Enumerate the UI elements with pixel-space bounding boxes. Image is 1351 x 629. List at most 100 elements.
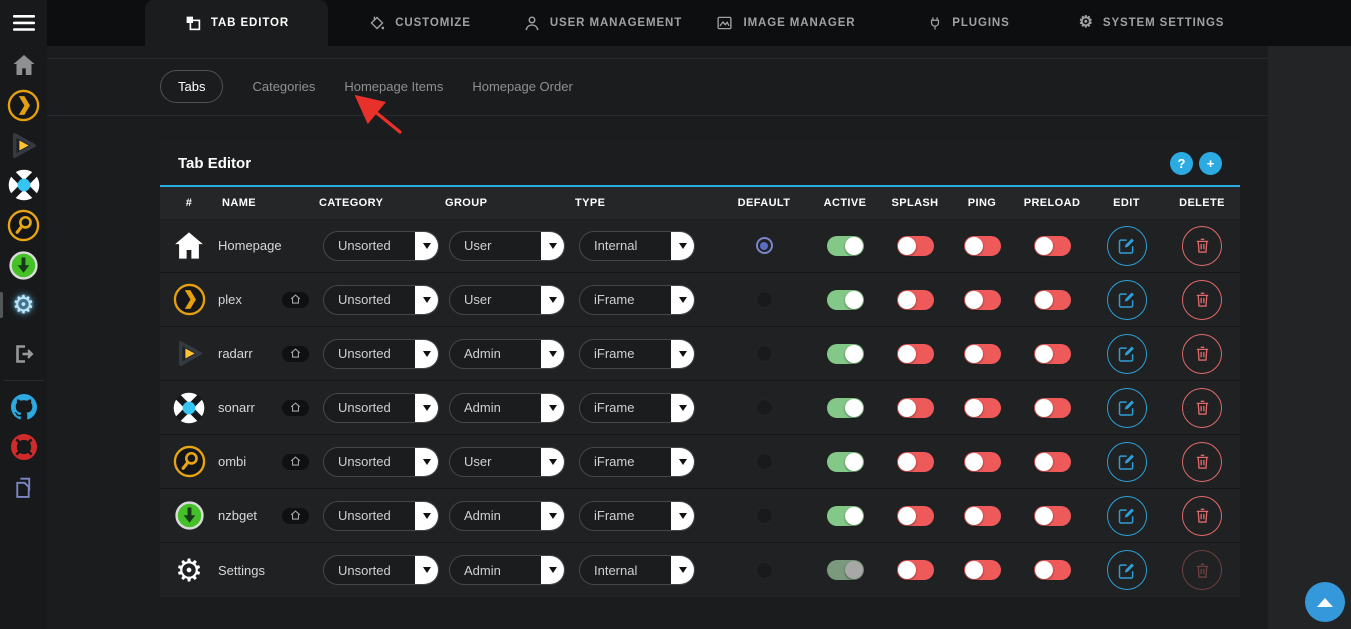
delete-button[interactable] bbox=[1182, 550, 1222, 590]
sidebar-item-radarr[interactable] bbox=[0, 125, 47, 165]
active-toggle[interactable] bbox=[827, 560, 864, 580]
splash-toggle[interactable] bbox=[897, 398, 934, 418]
subnav-item-tabs[interactable]: Tabs bbox=[160, 70, 223, 103]
ping-toggle[interactable] bbox=[964, 506, 1001, 526]
sidebar-item-home[interactable] bbox=[0, 45, 47, 85]
homepage-badge bbox=[282, 292, 309, 308]
preload-toggle[interactable] bbox=[1034, 344, 1071, 364]
splash-toggle[interactable] bbox=[897, 560, 934, 580]
default-radio[interactable] bbox=[756, 345, 773, 362]
active-toggle[interactable] bbox=[827, 398, 864, 418]
edit-button[interactable] bbox=[1107, 226, 1147, 266]
category-select[interactable]: Unsorted bbox=[323, 285, 439, 315]
preload-toggle[interactable] bbox=[1034, 452, 1071, 472]
delete-button[interactable] bbox=[1182, 280, 1222, 320]
delete-button[interactable] bbox=[1182, 442, 1222, 482]
group-select[interactable]: Admin bbox=[449, 393, 565, 423]
splash-toggle[interactable] bbox=[897, 290, 934, 310]
type-select[interactable]: Internal bbox=[579, 555, 695, 585]
splash-toggle[interactable] bbox=[897, 506, 934, 526]
ping-toggle[interactable] bbox=[964, 560, 1001, 580]
ping-toggle[interactable] bbox=[964, 452, 1001, 472]
active-toggle[interactable] bbox=[827, 236, 864, 256]
group-select[interactable]: Admin bbox=[449, 501, 565, 531]
edit-button[interactable] bbox=[1107, 388, 1147, 428]
sonarr-icon bbox=[7, 168, 41, 202]
ping-toggle[interactable] bbox=[964, 398, 1001, 418]
active-toggle[interactable] bbox=[827, 344, 864, 364]
type-select[interactable]: iFrame bbox=[579, 285, 695, 315]
column-header: ACTIVE bbox=[824, 197, 867, 209]
delete-button[interactable] bbox=[1182, 334, 1222, 374]
top-tab-customize[interactable]: CUSTOMIZE bbox=[328, 0, 511, 46]
sidebar-item-settings[interactable]: ⚙ bbox=[0, 285, 47, 325]
active-toggle[interactable] bbox=[827, 290, 864, 310]
top-tab-image-manager[interactable]: IMAGE MANAGER bbox=[694, 0, 877, 46]
table-row: radarrUnsortedAdminiFrame bbox=[160, 327, 1240, 381]
top-tab-tab-editor[interactable]: TAB EDITOR bbox=[145, 0, 328, 46]
group-select[interactable]: User bbox=[449, 231, 565, 261]
group-select[interactable]: Admin bbox=[449, 339, 565, 369]
splash-toggle[interactable] bbox=[897, 344, 934, 364]
type-select[interactable]: Internal bbox=[579, 231, 695, 261]
default-radio[interactable] bbox=[756, 237, 773, 254]
category-select[interactable]: Unsorted bbox=[323, 555, 439, 585]
splash-toggle[interactable] bbox=[897, 236, 934, 256]
category-select[interactable]: Unsorted bbox=[323, 501, 439, 531]
subnav-item-homepage-items[interactable]: Homepage Items bbox=[344, 79, 443, 94]
default-radio[interactable] bbox=[756, 453, 773, 470]
active-toggle[interactable] bbox=[827, 506, 864, 526]
sidebar-item-sonarr[interactable] bbox=[0, 165, 47, 205]
ping-toggle[interactable] bbox=[964, 344, 1001, 364]
top-tab-system-settings[interactable]: ⚙SYSTEM SETTINGS bbox=[1060, 0, 1243, 46]
preload-toggle[interactable] bbox=[1034, 506, 1071, 526]
delete-button[interactable] bbox=[1182, 388, 1222, 428]
sidebar-item-nzbget[interactable] bbox=[0, 245, 47, 285]
sidebar-item-docs[interactable] bbox=[0, 467, 47, 507]
sidebar-item-logout[interactable] bbox=[0, 334, 47, 374]
category-select[interactable]: Unsorted bbox=[323, 231, 439, 261]
ping-toggle[interactable] bbox=[964, 290, 1001, 310]
sidebar-item-plex[interactable] bbox=[0, 85, 47, 125]
group-select[interactable]: User bbox=[449, 447, 565, 477]
edit-button[interactable] bbox=[1107, 550, 1147, 590]
type-select[interactable]: iFrame bbox=[579, 447, 695, 477]
subnav-item-categories[interactable]: Categories bbox=[252, 79, 315, 94]
splash-toggle[interactable] bbox=[897, 452, 934, 472]
group-select[interactable]: Admin bbox=[449, 555, 565, 585]
delete-button[interactable] bbox=[1182, 496, 1222, 536]
scroll-top-button[interactable] bbox=[1305, 582, 1345, 622]
default-radio[interactable] bbox=[756, 291, 773, 308]
category-select[interactable]: Unsorted bbox=[323, 393, 439, 423]
edit-button[interactable] bbox=[1107, 496, 1147, 536]
menu-button[interactable] bbox=[0, 0, 47, 45]
edit-button[interactable] bbox=[1107, 442, 1147, 482]
edit-button[interactable] bbox=[1107, 334, 1147, 374]
type-select[interactable]: iFrame bbox=[579, 339, 695, 369]
top-tab-plugins[interactable]: PLUGINS bbox=[877, 0, 1060, 46]
help-button[interactable]: ? bbox=[1170, 152, 1193, 175]
ping-toggle[interactable] bbox=[964, 236, 1001, 256]
edit-button[interactable] bbox=[1107, 280, 1147, 320]
category-select[interactable]: Unsorted bbox=[323, 447, 439, 477]
preload-toggle[interactable] bbox=[1034, 560, 1071, 580]
preload-toggle[interactable] bbox=[1034, 290, 1071, 310]
group-select[interactable]: User bbox=[449, 285, 565, 315]
sidebar-item-ombi[interactable] bbox=[0, 205, 47, 245]
active-toggle[interactable] bbox=[827, 452, 864, 472]
top-tab-user-management[interactable]: USER MANAGEMENT bbox=[511, 0, 694, 46]
default-radio[interactable] bbox=[756, 507, 773, 524]
default-radio[interactable] bbox=[756, 399, 773, 416]
default-radio[interactable] bbox=[756, 562, 773, 579]
sidebar-item-support[interactable] bbox=[0, 427, 47, 467]
type-select[interactable]: iFrame bbox=[579, 393, 695, 423]
subnav-item-homepage-order[interactable]: Homepage Order bbox=[472, 79, 572, 94]
sidebar-item-github[interactable] bbox=[0, 387, 47, 427]
type-select[interactable]: iFrame bbox=[579, 501, 695, 531]
preload-toggle[interactable] bbox=[1034, 236, 1071, 256]
delete-button[interactable] bbox=[1182, 226, 1222, 266]
category-select[interactable]: Unsorted bbox=[323, 339, 439, 369]
preload-toggle[interactable] bbox=[1034, 398, 1071, 418]
sonarr-icon bbox=[172, 391, 206, 425]
add-tab-button[interactable]: + bbox=[1199, 152, 1222, 175]
